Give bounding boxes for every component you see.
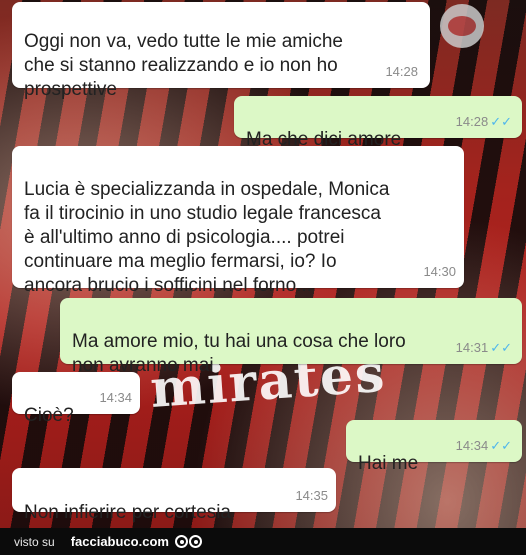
message-bubble[interactable]: Non infierire per cortesia 14:35 xyxy=(12,468,336,523)
message-time: 14:35 xyxy=(295,488,328,503)
read-receipt-icon: ✓✓ xyxy=(490,438,512,453)
message-text: Cioè? xyxy=(24,405,74,426)
footer-bar: visto su facciabuco.com xyxy=(0,528,526,555)
footer-site-link[interactable]: facciabuco.com xyxy=(71,534,169,549)
message-bubble[interactable]: Ma che dici amore 14:28 ✓✓ xyxy=(234,96,522,150)
message-time: 14:28 xyxy=(385,64,418,79)
message-bubble[interactable]: Cioè? 14:34 xyxy=(12,372,140,426)
message-bubble[interactable]: Oggi non va, vedo tutte le mie amiche ch… xyxy=(12,2,430,100)
message-text: Non infierire per cortesia xyxy=(24,502,231,523)
message-bubble[interactable]: Lucia è specializzanda in ospedale, Moni… xyxy=(12,146,464,296)
message-bubble[interactable]: Ma amore mio, tu hai una cosa che loro n… xyxy=(60,298,522,376)
message-text: Oggi non va, vedo tutte le mie amiche ch… xyxy=(24,31,343,100)
read-receipt-icon: ✓✓ xyxy=(490,114,512,129)
message-time: 14:34 xyxy=(455,438,489,453)
read-receipt-icon: ✓✓ xyxy=(490,340,512,355)
message-text: Lucia è specializzanda in ospedale, Moni… xyxy=(24,179,390,296)
footer-label: visto su xyxy=(14,534,55,549)
message-text: Hai me xyxy=(358,453,419,474)
eyes-icon xyxy=(174,535,203,548)
message-bubble[interactable]: Hai me 14:34 ✓✓ xyxy=(346,420,522,474)
message-time: 14:30 xyxy=(423,264,456,279)
message-time: 14:34 xyxy=(99,390,132,405)
message-time: 14:31 xyxy=(455,340,489,355)
message-time: 14:28 xyxy=(455,114,489,129)
watermark-logo xyxy=(440,4,484,48)
chat-background: mirates Oggi non va, vedo tutte le mie a… xyxy=(0,0,526,528)
